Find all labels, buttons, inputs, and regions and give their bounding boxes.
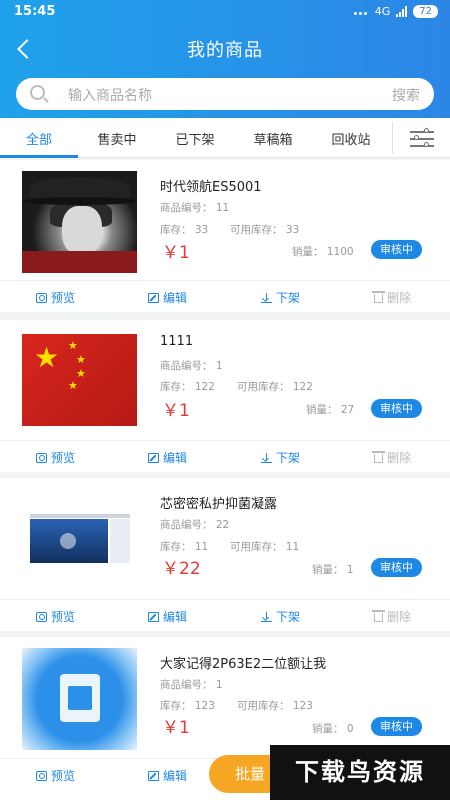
- product-available-stock: 可用库存： 33: [230, 224, 300, 236]
- preview-icon: [36, 292, 47, 303]
- battery-icon: 72: [413, 5, 438, 18]
- preview-button[interactable]: 预览: [36, 608, 75, 625]
- tab-drafts[interactable]: 草稿箱: [238, 129, 308, 148]
- product-name: 芯密密私护抑菌凝露: [160, 497, 278, 512]
- preview-icon: [36, 611, 47, 622]
- tab-divider: [392, 122, 393, 154]
- action-row: 预览 编辑 下架 删除: [0, 280, 450, 312]
- status-badge: 审核中: [371, 717, 422, 736]
- edit-icon: [148, 452, 159, 463]
- offshelf-icon: [261, 611, 272, 622]
- search-button[interactable]: 搜索: [392, 85, 420, 105]
- preview-icon: [36, 770, 47, 781]
- product-code: 商品编号： 22: [160, 519, 230, 531]
- product-price: ￥1: [162, 401, 190, 421]
- status-icons: 4G 72: [353, 5, 438, 18]
- product-price: ￥22: [162, 559, 201, 579]
- preview-button[interactable]: 预览: [36, 767, 75, 784]
- edit-icon: [148, 292, 159, 303]
- product-card[interactable]: ★ ★ ★ ★ ★ 1111 商品编号： 1 库存： 122 可用库存： 122…: [0, 320, 450, 472]
- active-tab-indicator: [0, 155, 78, 158]
- edit-button[interactable]: 编辑: [148, 289, 187, 306]
- status-bar: 15:45 4G 72: [0, 0, 450, 26]
- status-badge: 审核中: [371, 399, 422, 418]
- watermark: 下载鸟资源: [270, 745, 450, 800]
- product-available-stock: 可用库存： 11: [230, 541, 300, 553]
- edit-button[interactable]: 编辑: [148, 608, 187, 625]
- search-icon: [30, 85, 45, 100]
- product-name: 大家记得2P63E2二位额让我: [160, 657, 327, 672]
- product-name: 1111: [160, 334, 194, 349]
- search-bar[interactable]: 输入商品名称 搜索: [16, 78, 434, 110]
- product-price: ￥1: [162, 718, 190, 738]
- product-sales: 销量： 1100: [292, 246, 354, 258]
- edit-icon: [148, 770, 159, 781]
- offshelf-button[interactable]: 下架: [261, 449, 300, 466]
- status-time: 15:45: [14, 4, 56, 19]
- product-code: 商品编号： 1: [160, 360, 223, 372]
- tab-all[interactable]: 全部: [4, 129, 74, 148]
- product-stock: 库存： 11: [160, 541, 209, 553]
- status-badge: 审核中: [371, 558, 422, 577]
- product-price: ￥1: [162, 243, 190, 263]
- trash-icon: [372, 610, 385, 622]
- product-sales: 销量： 0: [312, 723, 354, 735]
- preview-icon: [36, 452, 47, 463]
- more-dots-icon: [353, 5, 369, 18]
- signal-icon: [396, 6, 408, 17]
- trash-icon: [372, 451, 385, 463]
- product-thumbnail[interactable]: ★ ★ ★ ★ ★: [22, 334, 137, 426]
- filter-icon[interactable]: [410, 128, 434, 148]
- preview-button[interactable]: 预览: [36, 289, 75, 306]
- tab-off-shelf[interactable]: 已下架: [160, 129, 230, 148]
- product-stock: 库存： 33: [160, 224, 209, 236]
- navbar: 我的商品: [0, 30, 450, 68]
- search-input[interactable]: 输入商品名称: [68, 85, 152, 105]
- delete-button[interactable]: 删除: [372, 608, 411, 625]
- edit-icon: [148, 611, 159, 622]
- product-card[interactable]: 芯密密私护抑菌凝露 商品编号： 22 库存： 11 可用库存： 11 ￥22 销…: [0, 478, 450, 631]
- action-row: 预览 编辑 下架 删除: [0, 599, 450, 631]
- tab-recycle-bin[interactable]: 回收站: [316, 129, 386, 148]
- product-stock: 库存： 122: [160, 381, 215, 393]
- product-thumbnail[interactable]: [22, 171, 137, 273]
- page-title: 我的商品: [187, 40, 263, 61]
- offshelf-button[interactable]: 下架: [261, 289, 300, 306]
- trash-icon: [372, 291, 385, 303]
- edit-button[interactable]: 编辑: [148, 449, 187, 466]
- product-stock: 库存： 123: [160, 700, 215, 712]
- tab-bar: 全部 售卖中 已下架 草稿箱 回收站: [0, 118, 450, 158]
- product-thumbnail[interactable]: [22, 489, 137, 591]
- product-card[interactable]: 时代领航ES5001 商品编号： 11 库存： 33 可用库存： 33 ￥1 销…: [0, 160, 450, 312]
- product-available-stock: 可用库存： 122: [237, 381, 313, 393]
- product-sales: 销量： 1: [312, 564, 354, 576]
- offshelf-icon: [261, 292, 272, 303]
- product-name: 时代领航ES5001: [160, 180, 262, 195]
- tab-on-sale[interactable]: 售卖中: [82, 129, 152, 148]
- offshelf-icon: [261, 452, 272, 463]
- edit-button[interactable]: 编辑: [148, 767, 187, 784]
- product-thumbnail[interactable]: [22, 648, 137, 750]
- product-code: 商品编号： 11: [160, 202, 230, 214]
- product-code: 商品编号： 1: [160, 679, 223, 691]
- product-available-stock: 可用库存： 123: [237, 700, 313, 712]
- offshelf-button[interactable]: 下架: [261, 608, 300, 625]
- preview-button[interactable]: 预览: [36, 449, 75, 466]
- delete-button[interactable]: 删除: [372, 449, 411, 466]
- product-sales: 销量： 27: [306, 404, 355, 416]
- action-row: 预览 编辑 下架 删除: [0, 440, 450, 472]
- network-label: 4G: [374, 5, 391, 18]
- delete-button[interactable]: 删除: [372, 289, 411, 306]
- status-badge: 审核中: [371, 240, 422, 259]
